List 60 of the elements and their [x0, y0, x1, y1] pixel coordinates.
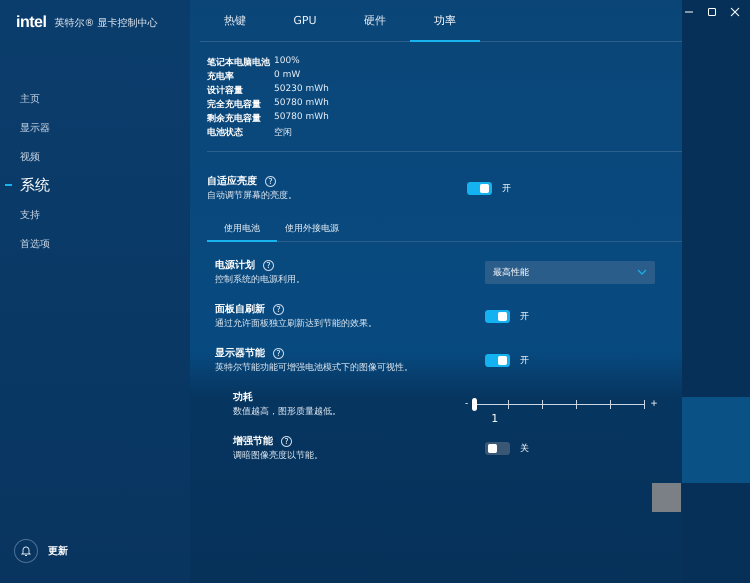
setting-description: 英特尔节能功能可增强电池模式下的图像可视性。 — [215, 362, 414, 374]
info-label: 设计容量 — [207, 84, 244, 97]
setting-description: 通过允许面板独立刷新达到节能的效果。 — [215, 318, 378, 330]
toggle-switch[interactable] — [467, 182, 492, 194]
help-icon[interactable]: ? — [265, 176, 276, 186]
slider-min-label: - — [465, 399, 468, 409]
help-icon[interactable]: ? — [273, 304, 284, 314]
nav-item[interactable]: 主页 — [0, 84, 190, 113]
slider-thumb[interactable] — [472, 398, 478, 411]
setting-description: 自动调节屏幕的亮度。 — [207, 190, 298, 202]
nav-item[interactable]: 系统 — [0, 171, 190, 200]
toggle-state-label: 开 — [520, 310, 529, 322]
info-label: 笔记本电脑电池 — [207, 56, 271, 69]
chevron-down-icon — [637, 269, 647, 275]
info-label: 完全充电容量 — [207, 98, 262, 111]
setting-title: 显示器节能 — [215, 346, 265, 360]
info-label: 电池状态 — [207, 126, 244, 139]
nav-item[interactable]: 视频 — [0, 142, 190, 171]
setting-title: 电源计划 — [215, 258, 255, 272]
toggle-state-label: 关 — [520, 442, 529, 454]
setting-title: 自适应亮度 — [207, 174, 257, 188]
toggle-state-label: 开 — [502, 182, 511, 194]
help-icon[interactable]: ? — [281, 436, 292, 446]
info-value: 0 mW — [274, 70, 302, 82]
setting-title: 功耗 — [233, 390, 253, 404]
setting-title: 增强节能 — [233, 434, 273, 448]
toggle-switch[interactable] — [485, 442, 510, 454]
tab[interactable]: 使用电池 — [207, 216, 277, 242]
info-value: 50780 mWh — [274, 112, 330, 124]
setting-description: 控制系统的电源利用。 — [215, 274, 306, 286]
setting-title: 面板自刷新 — [215, 302, 265, 316]
setting-description: 数值越高，图形质量越低。 — [233, 406, 342, 418]
info-value: 50780 mWh — [274, 98, 330, 110]
tab[interactable]: 功率 — [410, 0, 480, 42]
toggle-state-label: 开 — [520, 354, 529, 366]
nav-item[interactable]: 首选项 — [0, 229, 190, 258]
info-label: 剩余充电容量 — [207, 112, 262, 125]
nav-item[interactable]: 支持 — [0, 200, 190, 229]
toggle-switch[interactable] — [485, 310, 510, 322]
background-tile — [652, 483, 681, 512]
toggle-switch[interactable] — [485, 354, 510, 366]
info-value: 50230 mWh — [274, 84, 330, 96]
info-value: 空闲 — [274, 126, 293, 139]
slider-value: 1 — [491, 412, 498, 425]
tab[interactable]: GPU — [270, 0, 340, 42]
setting-description: 调暗图像亮度以节能。 — [233, 450, 324, 462]
nav-item[interactable]: 显示器 — [0, 113, 190, 142]
update-link[interactable]: 更新 — [48, 544, 68, 558]
intel-logo: intel — [16, 14, 46, 32]
info-label: 充电率 — [207, 70, 235, 83]
tab[interactable]: 使用外接电源 — [277, 216, 347, 242]
power-plan-dropdown[interactable]: 最高性能 — [485, 260, 655, 284]
info-value: 100% — [274, 56, 301, 68]
tab[interactable]: 硬件 — [340, 0, 410, 42]
help-icon[interactable]: ? — [263, 260, 274, 270]
slider-max-label: + — [650, 399, 658, 409]
app-title: 英特尔® 显卡控制中心 — [54, 16, 158, 30]
tab[interactable]: 热键 — [200, 0, 270, 42]
help-icon[interactable]: ? — [273, 348, 284, 358]
bell-icon[interactable] — [14, 539, 38, 563]
